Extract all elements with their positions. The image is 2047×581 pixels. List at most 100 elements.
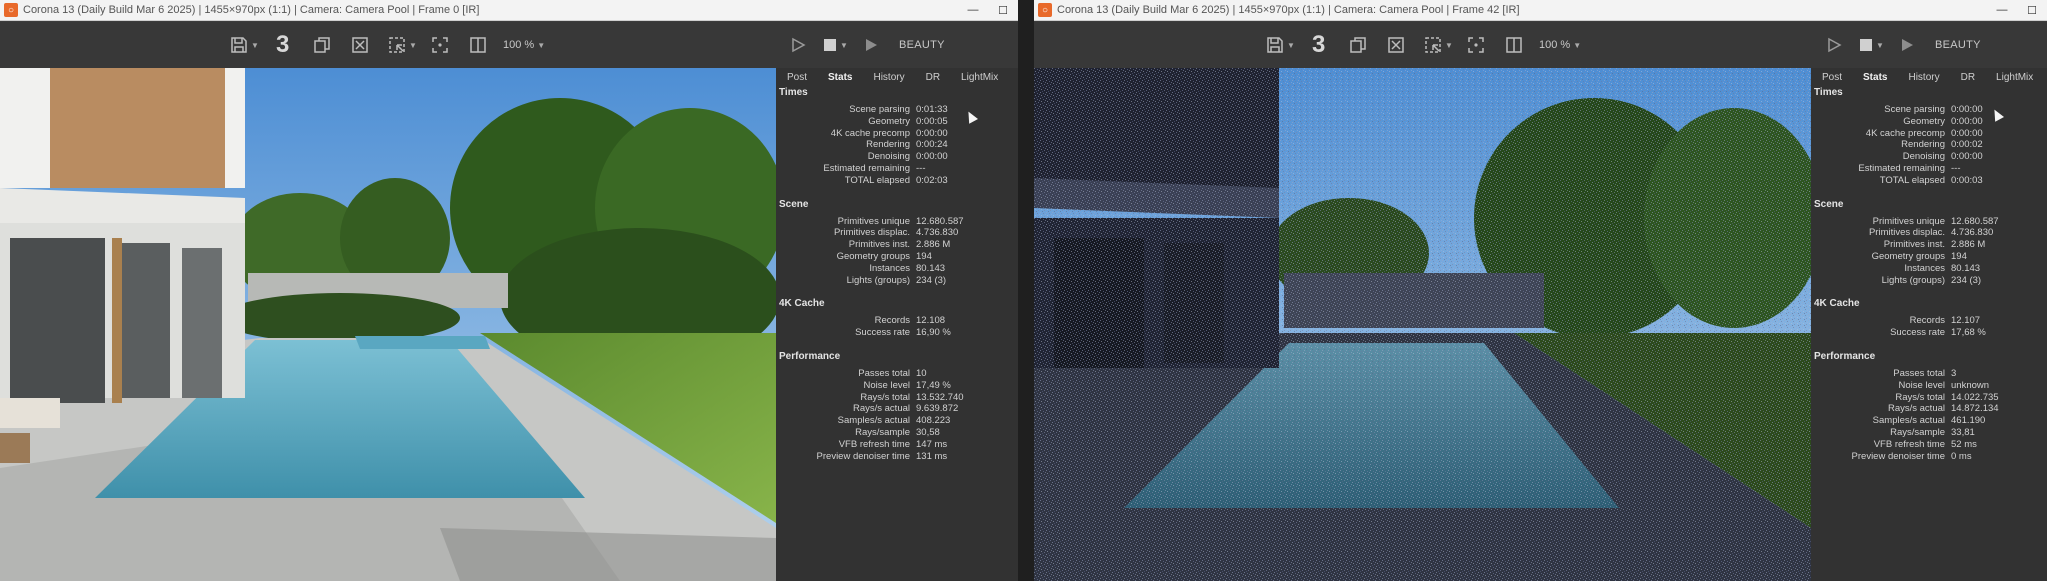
resume-button[interactable] [1900,22,1914,68]
play-icon [792,37,806,53]
window-title: Corona 13 (Daily Build Mar 6 2025) | 145… [23,4,480,16]
stat-value: 3 [1951,367,1957,379]
resume-button[interactable] [864,22,878,68]
render-button[interactable] [790,22,806,68]
tab-stats[interactable]: Stats [1863,72,1887,83]
pass-count: 3 [1312,31,1326,58]
minimize-icon[interactable]: — [1987,4,2017,16]
region-select-button[interactable]: ▼ [1424,22,1453,68]
tab-dr[interactable]: DR [926,72,940,83]
stat-row: Denoising 0:00:00 [1811,151,2047,163]
stat-label: Primitives displac. [833,227,910,239]
stat-value: 12.680.587 [916,215,964,227]
title-bar[interactable]: ○ Corona 13 (Daily Build Mar 6 2025) | 1… [0,0,1018,21]
stat-value: 0:00:02 [1951,139,1983,151]
stat-row: Rays/s actual 14.872.134 [1811,403,2047,415]
render-view[interactable] [1034,68,1811,581]
channel-select[interactable]: BEAUTY [899,22,945,68]
section-heading: Times [779,87,808,98]
stat-value: 0:00:00 [1951,104,1983,115]
stat-row: 4K cache precomp 0:00:00 [776,128,1018,140]
clear-button[interactable] [1387,22,1405,68]
stat-label: VFB refresh time [1873,438,1945,450]
stat-row: Geometry groups 194 [1811,251,2047,263]
stat-value: 194 [916,250,932,262]
stat-label: Success rate [855,327,910,339]
stop-icon [1860,39,1872,51]
vfb-toolbar: ▼ 3 ▼ 100 % ▼ ▼ BEAUTY [0,22,1018,68]
stat-row: Primitives inst. 2.886 M [776,239,1018,251]
stat-label: 4K cache precomp [830,127,910,139]
stat-value: 0:00:00 [916,151,948,163]
stat-row: Noise level 17,49 % [776,380,1018,392]
window-title: Corona 13 (Daily Build Mar 6 2025) | 145… [1057,4,1520,16]
stat-value: --- [916,162,926,174]
stat-label: Success rate [1890,327,1945,339]
stat-row: Lights (groups) 234 (3) [776,275,1018,287]
stop-button[interactable]: ▼ [1859,22,1884,68]
tab-post[interactable]: Post [1822,72,1842,83]
copy-button[interactable] [1349,22,1367,68]
stop-button[interactable]: ▼ [823,22,848,68]
stat-value: 16,90 % [916,327,951,339]
stat-value: 80.143 [1951,262,1981,274]
stat-row: Preview denoiser time 131 ms [776,451,1018,463]
channel-select[interactable]: BEAUTY [1935,22,1981,68]
desktop: ○ Corona 13 (Daily Build Mar 6 2025) | 1… [0,0,2047,581]
clear-button[interactable] [351,22,369,68]
render-button[interactable] [1826,22,1842,68]
tab-lightmix[interactable]: LightMix [1996,72,2033,83]
rendered-image [1034,68,1811,581]
zoom-select[interactable]: 100 % ▼ [1539,22,1581,68]
section-heading: Scene [779,198,809,210]
stat-row: Primitives unique 12.680.587 [776,216,1018,228]
tab-lightmix[interactable]: LightMix [961,72,998,83]
focus-region-button[interactable] [1467,22,1485,68]
stat-row: TOTAL elapsed 0:02:03 [776,175,1018,187]
tab-history[interactable]: History [1908,72,1939,83]
stat-value: 2.886 M [1951,239,1986,251]
zoom-select[interactable]: 100 % ▼ [503,22,545,68]
save-button[interactable]: ▼ [230,22,259,68]
stat-row: Rendering 0:00:02 [1811,139,2047,151]
minimize-icon[interactable]: — [958,4,988,16]
split-view-button[interactable] [469,22,487,68]
stat-row: Records 12.108 [776,315,1018,327]
save-button[interactable]: ▼ [1266,22,1295,68]
stat-value: 17,49 % [916,379,951,391]
title-bar[interactable]: ○ Corona 13 (Daily Build Mar 6 2025) | 1… [1034,0,2047,21]
stat-value: 147 ms [916,438,948,450]
tab-history[interactable]: History [873,72,904,83]
stat-label: Noise level [1898,379,1945,391]
stats-list: Times Scene parsing 0:00:00 Geometry 0:00:00… [1811,86,2047,462]
stat-label: VFB refresh time [838,438,910,450]
section-heading: 4K Cache [779,298,825,310]
vfb-window-right: ○ Corona 13 (Daily Build Mar 6 2025) | 1… [1034,0,2047,581]
stat-label: Records [874,315,910,327]
stat-label: Primitives inst. [1883,239,1945,251]
resume-icon [866,39,877,51]
render-view[interactable] [0,68,776,581]
copy-button[interactable] [313,22,331,68]
tab-stats[interactable]: Stats [828,72,852,83]
split-view-icon [1506,37,1522,53]
stat-value: unknown [1951,379,1990,391]
stat-row: Noise level unknown [1811,380,2047,392]
stat-value: 52 ms [1951,438,1977,450]
split-view-button[interactable] [1505,22,1523,68]
stat-label: Instances [869,262,910,274]
stat-row: Scene parsing 0:00:00 [1811,104,2047,116]
region-select-button[interactable]: ▼ [388,22,417,68]
stat-value: 80.143 [916,262,946,274]
maximize-icon[interactable]: ☐ [2017,4,2047,17]
stat-label: Scene parsing [849,104,910,115]
tab-dr[interactable]: DR [1961,72,1975,83]
stat-value: 12.108 [916,315,946,327]
stat-label: Rays/s total [860,391,910,403]
tab-post[interactable]: Post [787,72,807,83]
stat-label: Samples/s actual [837,415,910,427]
vfb-window-left: ○ Corona 13 (Daily Build Mar 6 2025) | 1… [0,0,1018,581]
maximize-icon[interactable]: ☐ [988,4,1018,17]
focus-region-button[interactable] [431,22,449,68]
stat-label: Records [1909,315,1945,327]
